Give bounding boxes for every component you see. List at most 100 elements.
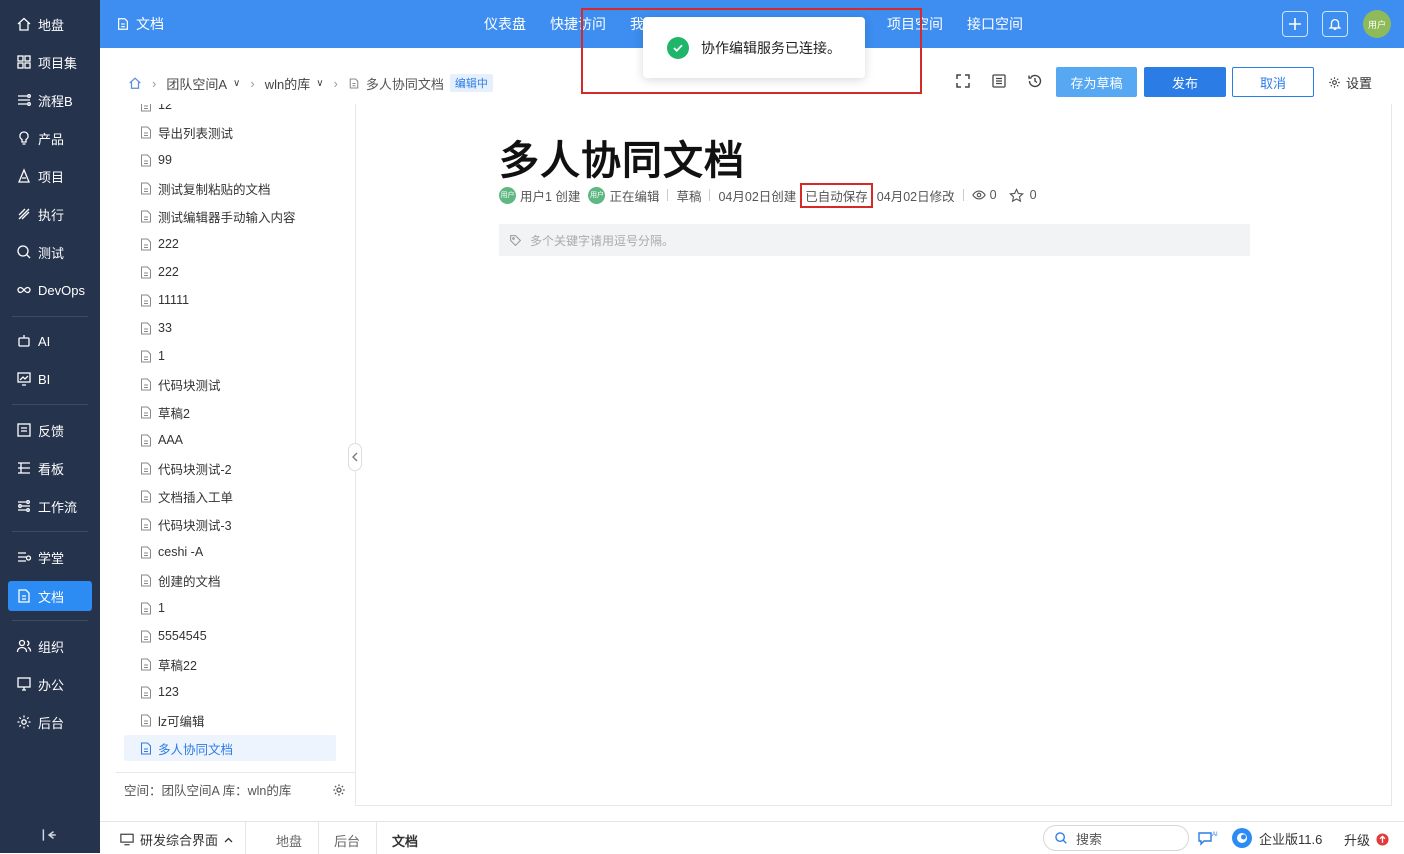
page-title[interactable]: 多人协同文档 xyxy=(499,128,745,186)
document-icon xyxy=(141,322,151,334)
sidebar-item-office[interactable]: 办公 xyxy=(8,669,92,699)
created-date: 04月02日创建 xyxy=(718,189,797,204)
sidebar-item-label: 流程B xyxy=(38,93,73,109)
workspace-menu[interactable]: 研发综合界面 xyxy=(120,830,233,849)
sidebar-divider xyxy=(12,316,88,317)
document-icon xyxy=(141,434,151,446)
search-input[interactable]: 搜索 xyxy=(1043,825,1189,851)
sidebar-item-admin[interactable]: 后台 xyxy=(8,707,92,737)
workflow-icon xyxy=(18,500,30,512)
list-item-active[interactable]: 多人协同文档 xyxy=(124,735,336,761)
list-item[interactable]: 222 xyxy=(140,233,179,255)
status-badge: 编辑中 xyxy=(449,74,493,92)
chevron-down-icon[interactable]: ∨ xyxy=(233,78,240,89)
list-item[interactable]: ceshi -A xyxy=(140,541,203,563)
list-item[interactable]: AAA xyxy=(140,429,183,451)
settings-button[interactable]: 设置 xyxy=(1328,73,1372,92)
collapse-sidebar-icon[interactable] xyxy=(40,826,58,844)
document-icon xyxy=(141,104,151,111)
sidebar-item-docs[interactable]: 文档 xyxy=(8,581,92,611)
home-icon[interactable] xyxy=(128,76,142,90)
publish-button[interactable]: 发布 xyxy=(1144,67,1226,97)
sidebar-item-flow[interactable]: 流程B xyxy=(8,85,92,115)
monitor-icon xyxy=(120,833,134,846)
history-icon[interactable] xyxy=(1027,73,1043,89)
avatar[interactable]: 用户 xyxy=(1363,10,1391,38)
nav-dashboard[interactable]: 仪表盘 xyxy=(484,14,526,34)
nav-api-space[interactable]: 接口空间 xyxy=(967,14,1023,34)
save-draft-button[interactable]: 存为草稿 xyxy=(1056,67,1137,97)
list-item[interactable]: 33 xyxy=(140,317,172,339)
list-item[interactable]: 测试编辑器手动输入内容 xyxy=(140,205,296,227)
divider xyxy=(709,189,711,201)
list-item[interactable]: 99 xyxy=(140,149,172,171)
sidebar-item-devops[interactable]: DevOps xyxy=(8,275,92,305)
divider xyxy=(962,189,964,201)
bottom-tab-docs[interactable]: 文档 xyxy=(392,831,418,850)
sidebar-divider xyxy=(12,531,88,532)
sidebar-item-kanban[interactable]: 看板 xyxy=(8,453,92,483)
document-icon xyxy=(141,574,151,586)
list-item[interactable]: 123 xyxy=(140,681,179,703)
list-item[interactable]: 导出列表测试 xyxy=(140,121,233,143)
list-item[interactable]: lz可编辑 xyxy=(140,709,205,731)
sidebar-item-project[interactable]: 项目 xyxy=(8,161,92,191)
document-icon xyxy=(141,126,151,138)
breadcrumb-space[interactable]: 团队空间A xyxy=(166,74,227,93)
outline-icon[interactable] xyxy=(991,73,1007,89)
list-item[interactable]: 1 xyxy=(140,597,165,619)
sidebar-item-school[interactable]: 学堂 xyxy=(8,542,92,572)
sidebar-item-program[interactable]: 项目集 xyxy=(8,47,92,77)
list-item[interactable]: 222 xyxy=(140,261,179,283)
breadcrumb-library[interactable]: wln的库 xyxy=(265,74,311,93)
gear-icon[interactable] xyxy=(332,783,346,797)
ai-chat-icon[interactable]: AI xyxy=(1197,830,1219,846)
chevron-down-icon[interactable]: ∨ xyxy=(316,78,323,89)
editing-text: 正在编辑 xyxy=(609,189,660,204)
document-icon xyxy=(141,714,151,726)
list-item[interactable]: 草稿2 xyxy=(140,401,190,423)
sidebar-item-workflow[interactable]: 工作流 xyxy=(8,491,92,521)
list-item[interactable]: 代码块测试-3 xyxy=(140,513,232,535)
feedback-icon xyxy=(17,423,31,437)
sidebar-item-org[interactable]: 组织 xyxy=(8,631,92,661)
upgrade-button[interactable]: 升级 xyxy=(1344,830,1389,849)
chevron-up-icon xyxy=(224,837,233,842)
create-button[interactable] xyxy=(1282,11,1308,37)
sidebar-item-ai[interactable]: AI xyxy=(8,326,92,356)
keywords-input[interactable]: 多个关键字请用逗号分隔。 xyxy=(499,224,1250,256)
sidebar-item-bi[interactable]: BI xyxy=(8,364,92,394)
list-item[interactable]: 12 xyxy=(140,104,172,116)
sidebar-item-label: 项目 xyxy=(38,169,65,185)
notification-button[interactable] xyxy=(1322,11,1348,37)
logo-icon xyxy=(1232,828,1252,848)
list-item[interactable]: 代码块测试-2 xyxy=(140,457,232,479)
star-icon[interactable] xyxy=(1008,187,1024,203)
document-icon xyxy=(141,350,151,362)
list-item[interactable]: 创建的文档 xyxy=(140,569,221,591)
sidebar-item-label: 学堂 xyxy=(38,550,65,566)
sidebar-item-label: 项目集 xyxy=(38,55,78,71)
bottom-tab-admin[interactable]: 后台 xyxy=(334,831,360,850)
list-item[interactable]: 文档插入工单 xyxy=(140,485,233,507)
doc-tree-panel: 12 导出列表测试 99 测试复制粘贴的文档 测试编辑器手动输入内容 222 2… xyxy=(116,104,356,806)
list-item[interactable]: 代码块测试 xyxy=(140,373,221,395)
fullscreen-icon[interactable] xyxy=(955,73,971,89)
document-icon xyxy=(141,266,151,278)
search-icon xyxy=(1055,832,1067,844)
sidebar-item-product[interactable]: 产品 xyxy=(8,123,92,153)
list-item[interactable]: 1 xyxy=(140,345,165,367)
list-item[interactable]: 11111 xyxy=(140,289,189,311)
list-item[interactable]: 测试复制粘贴的文档 xyxy=(140,177,271,199)
sidebar-item-feedback[interactable]: 反馈 xyxy=(8,415,92,445)
list-item[interactable]: 5554545 xyxy=(140,625,207,647)
sidebar-item-execution[interactable]: 执行 xyxy=(8,199,92,229)
plus-icon xyxy=(1289,18,1301,30)
avatar: 用户 xyxy=(499,186,516,204)
cancel-button[interactable]: 取消 xyxy=(1232,67,1314,97)
settings-icon xyxy=(17,715,31,729)
sidebar-item-test[interactable]: 测试 xyxy=(8,237,92,267)
bottom-tab-dashboard[interactable]: 地盘 xyxy=(276,831,302,850)
list-item[interactable]: 草稿22 xyxy=(140,653,197,675)
sidebar-item-dashboard[interactable]: 地盘 xyxy=(8,9,92,39)
